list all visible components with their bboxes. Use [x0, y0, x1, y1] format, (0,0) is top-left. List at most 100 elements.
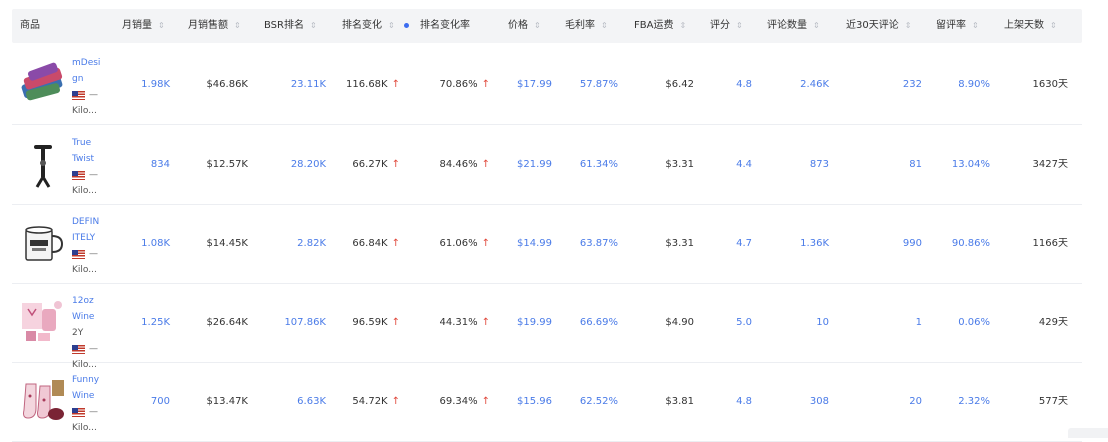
rating: 4.8 [736, 79, 752, 90]
arrow-up-icon: ↑ [391, 79, 400, 90]
fba-fee: $3.31 [665, 159, 694, 170]
col-rating[interactable]: 评分 ⇕ [710, 9, 743, 43]
sort-icon[interactable]: ⇕ [534, 21, 541, 30]
arrow-up-icon: ↑ [391, 317, 400, 328]
days-listed: 1630天 [1032, 79, 1068, 90]
us-flag-icon [72, 407, 85, 417]
table-row[interactable]: Funny Wine — Kilo... 700 $13.47K 6.63K 5… [12, 362, 1082, 442]
sort-icon[interactable]: ⇕ [310, 21, 317, 30]
bsr-rank: 107.86K [284, 317, 326, 328]
arrow-up-icon: ↑ [481, 159, 490, 170]
days-listed: 577天 [1038, 396, 1068, 407]
product-name[interactable]: True Twist — Kilo... [72, 135, 108, 199]
product-name[interactable]: mDesi gn — Kilo... [72, 55, 108, 119]
rank-change: 54.72K ↑ [352, 396, 400, 407]
col-price[interactable]: 价格 ⇕ [508, 9, 541, 43]
bsr-rank: 28.20K [290, 159, 326, 170]
product-thumbnail-mug[interactable] [20, 216, 66, 268]
arrow-up-icon: ↑ [391, 396, 400, 407]
sort-icon[interactable]: ⇕ [158, 21, 165, 30]
rank-change-rate: 61.06% ↑ [439, 238, 490, 249]
retention: 13.04% [951, 159, 990, 170]
review-count: 308 [809, 396, 829, 407]
col-review-count[interactable]: 评论数量 ⇕ [767, 9, 820, 43]
col-product: 商品 [20, 20, 40, 31]
seller-name: Kilo... [72, 423, 97, 433]
product-thumbnail-wine-socks[interactable] [20, 374, 66, 426]
rating: 4.8 [736, 396, 752, 407]
arrow-up-icon: ↑ [481, 317, 490, 328]
days-listed: 3427天 [1032, 159, 1068, 170]
sort-icon[interactable]: ⇕ [679, 21, 686, 30]
rating: 4.4 [736, 159, 752, 170]
review-count: 2.46K [800, 79, 829, 90]
sort-icon[interactable]: ⇕ [1050, 21, 1057, 30]
rank-change: 96.59K ↑ [352, 317, 400, 328]
gross-margin: 66.69% [579, 317, 618, 328]
bsr-rank: 23.11K [290, 79, 326, 90]
price: $14.99 [517, 238, 552, 249]
days-listed: 429天 [1038, 317, 1068, 328]
sort-icon[interactable]: ⇕ [736, 21, 743, 30]
bsr-rank: 6.63K [297, 396, 326, 407]
table-row[interactable]: 12oz Wine 2Y — Kilo... 1.25K $26.64K 107… [12, 283, 1082, 370]
product-name[interactable]: DEFIN ITELY — Kilo... [72, 214, 108, 278]
recent-reviews: 81 [909, 159, 922, 170]
rating: 4.7 [736, 238, 752, 249]
fba-fee: $3.81 [665, 396, 694, 407]
review-count: 10 [816, 317, 829, 328]
product-name[interactable]: Funny Wine — Kilo... [72, 372, 108, 436]
table-row[interactable]: True Twist — Kilo... 834 $12.57K 28.20K … [12, 125, 1082, 205]
sort-icon[interactable]: ⇕ [972, 21, 979, 30]
sort-icon[interactable]: ⇕ [813, 21, 820, 30]
gross-margin: 57.87% [579, 79, 618, 90]
col-recent-reviews[interactable]: 近30天评论 ⇕ [846, 9, 911, 43]
seller-name: Kilo... [72, 186, 97, 196]
price: $21.99 [517, 159, 552, 170]
table-row[interactable]: mDesi gn — Kilo... 1.98K $46.86K 23.11K … [12, 45, 1082, 125]
sort-icon[interactable]: ⇕ [234, 21, 241, 30]
recent-reviews: 1 [915, 317, 922, 328]
col-bsr-rank[interactable]: BSR排名 ⇕ [264, 9, 317, 43]
us-flag-icon [72, 170, 85, 180]
product-thumbnail-wine-tumbler[interactable] [20, 295, 66, 347]
product-thumbnail-corkscrew[interactable] [20, 137, 66, 189]
sort-icon[interactable]: ⇕ [601, 21, 608, 30]
scroll-corner [1068, 428, 1108, 438]
month-sales: 1.98K [141, 79, 170, 90]
sort-icon[interactable]: ⇕ [388, 21, 395, 30]
fba-fee: $4.90 [665, 317, 694, 328]
col-fba-fee[interactable]: FBA运费 ⇕ [634, 9, 686, 43]
arrow-up-icon: ↑ [481, 238, 490, 249]
sort-icon[interactable]: ⇕ [905, 21, 912, 30]
col-month-sales[interactable]: 月销量 ⇕ [122, 9, 165, 43]
col-rank-change-rate[interactable]: 排名变化率 [420, 9, 470, 43]
month-revenue: $46.86K [206, 79, 248, 90]
active-sort-dot-icon [404, 23, 409, 28]
rating: 5.0 [736, 317, 752, 328]
recent-reviews: 990 [902, 238, 922, 249]
retention: 2.32% [958, 396, 990, 407]
gross-margin: 62.52% [579, 396, 618, 407]
month-revenue: $14.45K [206, 238, 248, 249]
us-flag-icon [72, 90, 85, 100]
rank-change-rate: 70.86% ↑ [439, 79, 490, 90]
table-row[interactable]: DEFIN ITELY — Kilo... 1.08K $14.45K 2.82… [12, 204, 1082, 284]
product-name[interactable]: 12oz Wine 2Y — Kilo... [72, 293, 108, 373]
col-month-revenue[interactable]: 月销售额 ⇕ [188, 9, 241, 43]
col-rank-change[interactable]: 排名变化 ⇕ [342, 9, 395, 43]
arrow-up-icon: ↑ [481, 79, 490, 90]
col-gross-margin[interactable]: 毛利率 ⇕ [565, 9, 608, 43]
gross-margin: 63.87% [579, 238, 618, 249]
us-flag-icon [72, 344, 85, 354]
rank-change: 66.84K ↑ [352, 238, 400, 249]
fba-fee: $3.31 [665, 238, 694, 249]
review-count: 1.36K [800, 238, 829, 249]
col-days-listed[interactable]: 上架天数 ⇕ [1004, 9, 1057, 43]
col-retention[interactable]: 留评率 ⇕ [936, 9, 979, 43]
price: $15.96 [517, 396, 552, 407]
retention: 0.06% [958, 317, 990, 328]
arrow-up-icon: ↑ [481, 396, 490, 407]
product-thumbnail-rug[interactable] [20, 57, 66, 109]
table-header: 商品 月销量 ⇕ 月销售额 ⇕ BSR排名 ⇕ 排名变化 ⇕ 排名变化率 价格 ⇕ 毛利率… [12, 9, 1082, 43]
